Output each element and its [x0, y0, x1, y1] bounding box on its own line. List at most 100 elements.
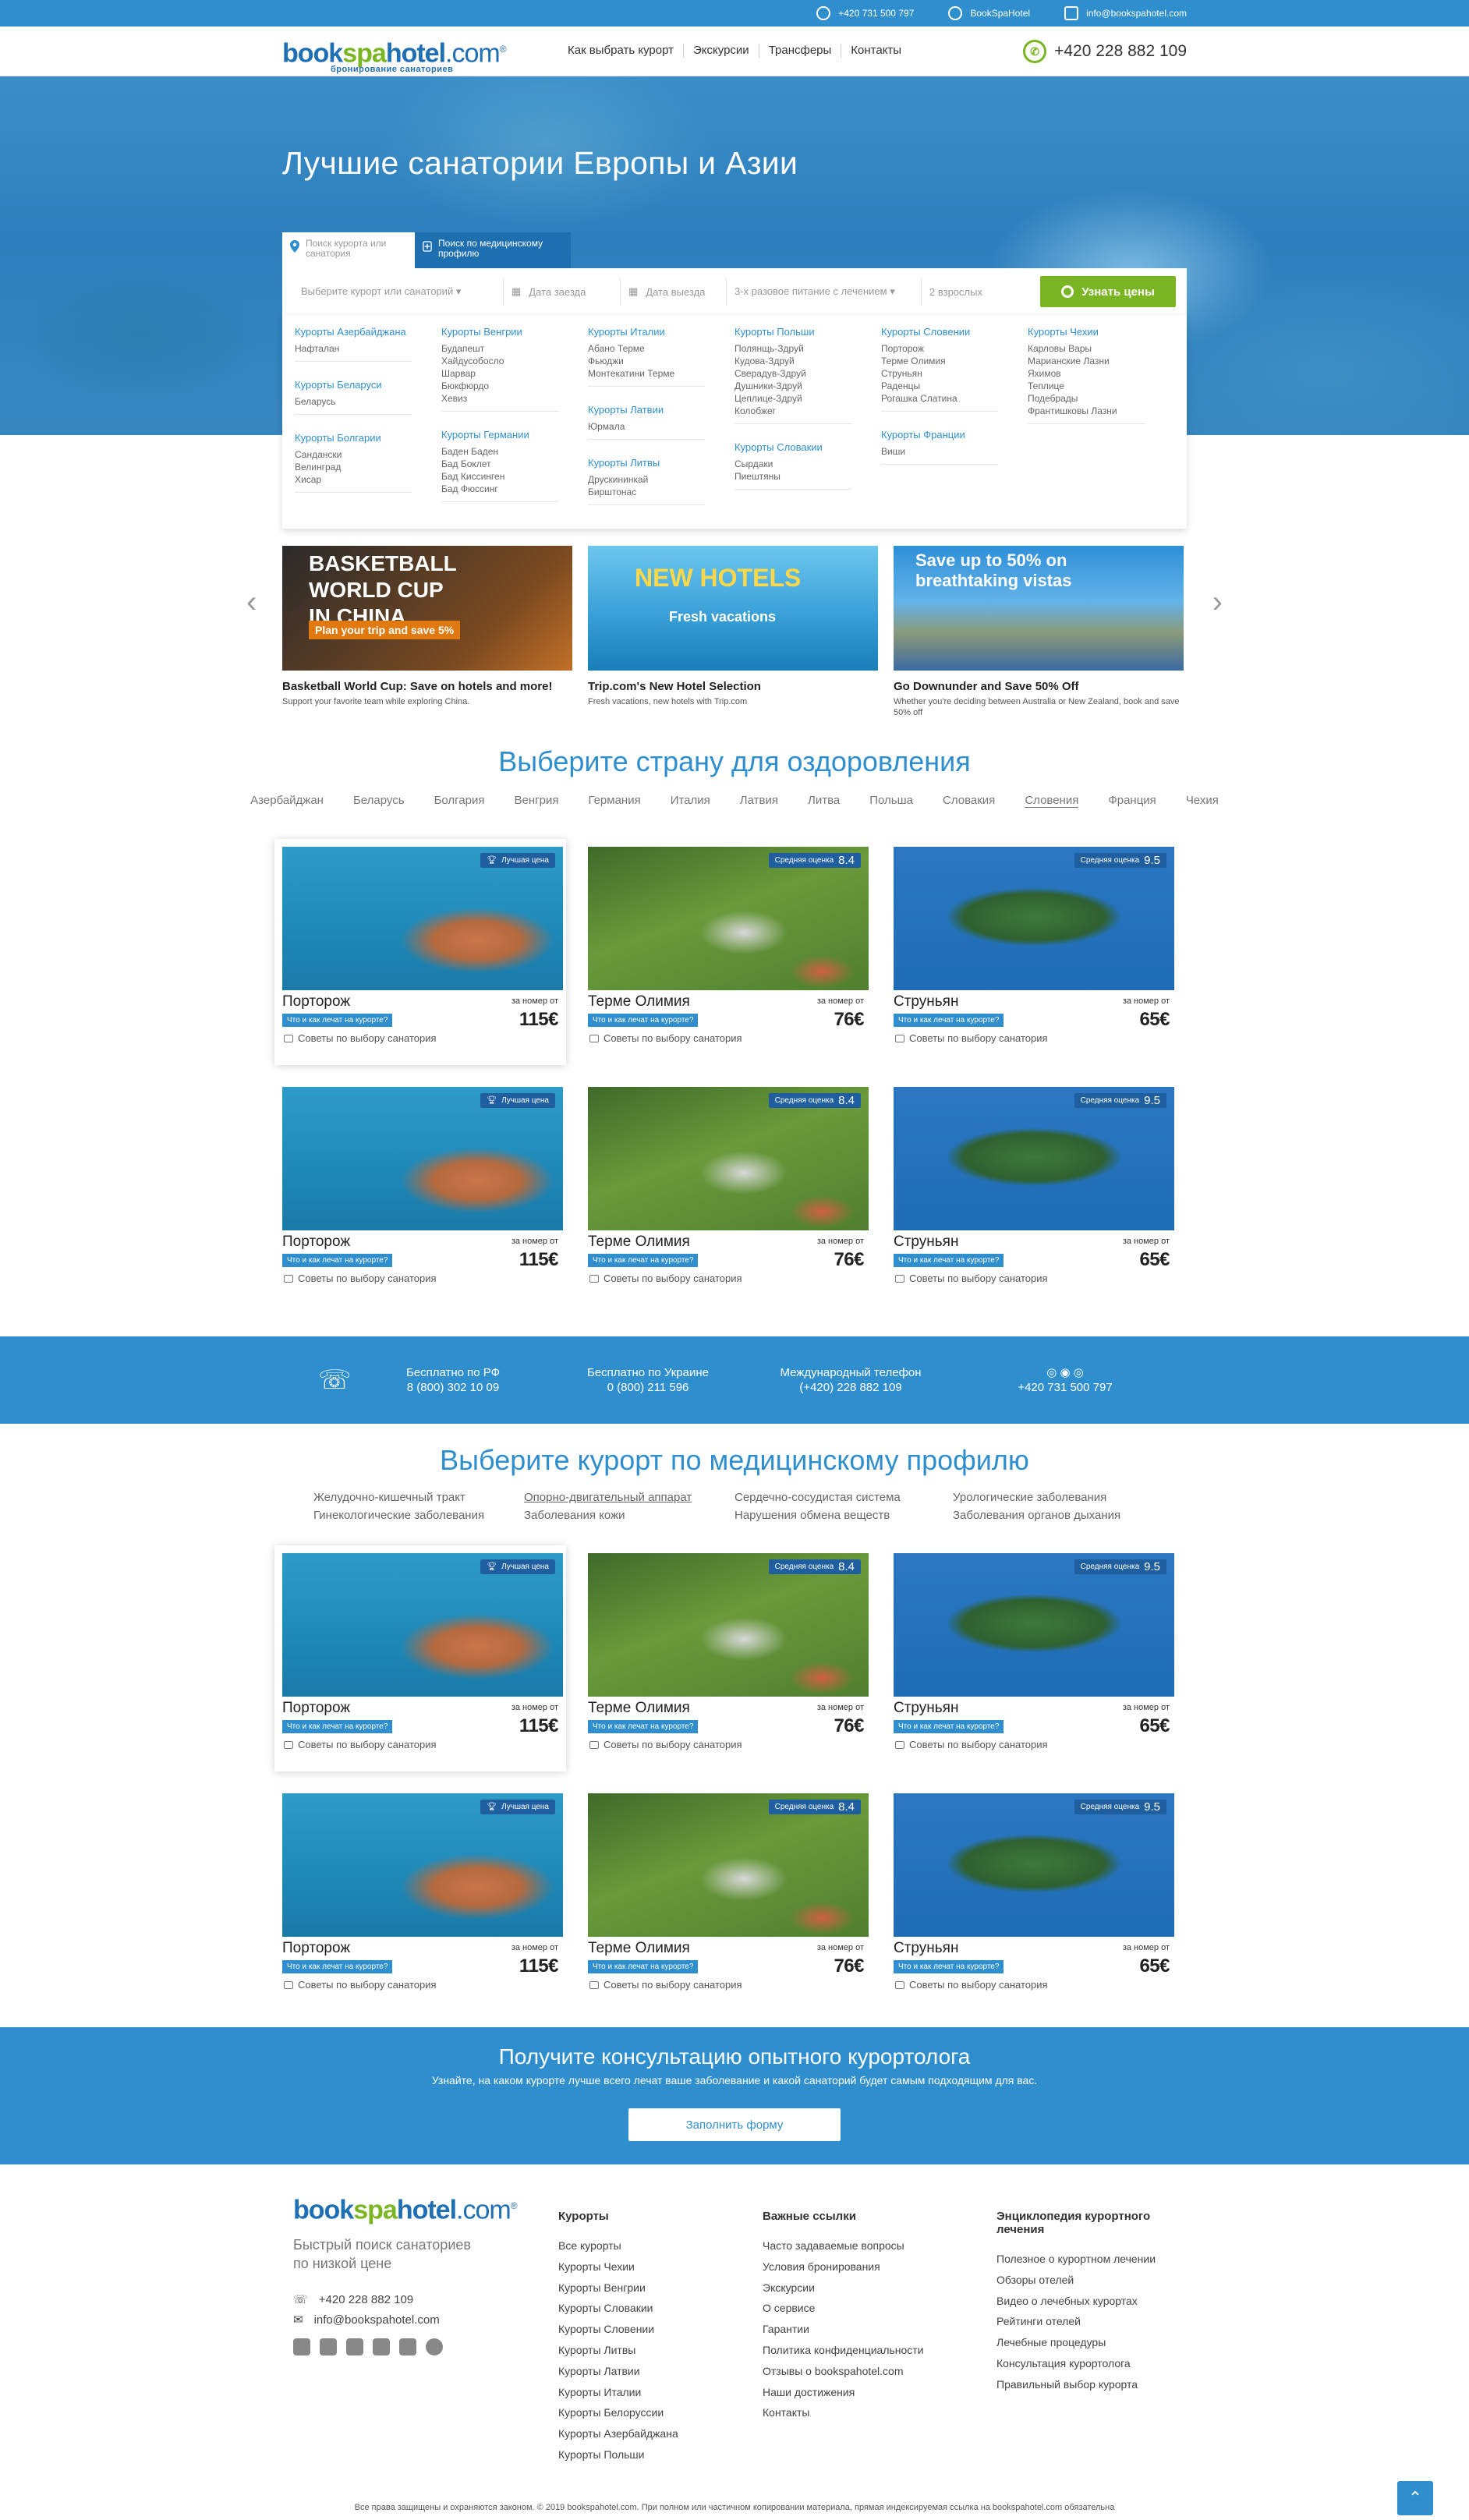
resort-image[interactable]: Средняя оценка 8.4: [588, 1793, 869, 1937]
resort-name[interactable]: Порторож: [282, 1233, 350, 1251]
dropdown-resort-link[interactable]: Душники-Здруй: [734, 380, 881, 392]
tips-link[interactable]: Советы по выбору санатория: [895, 1739, 1048, 1750]
country-tab[interactable]: Словения: [1025, 794, 1079, 808]
dropdown-resort-link[interactable]: Марианские Лазни: [1028, 355, 1174, 367]
treatment-tag[interactable]: Что и как лечат на курорте?: [282, 1720, 393, 1733]
promo-card[interactable]: NEW HOTELS Fresh vacations Trip.com's Ne…: [588, 546, 878, 707]
resort-image[interactable]: 🏆︎ Лучшая цена: [282, 1553, 563, 1697]
treatment-tag[interactable]: Что и как лечат на курорте?: [894, 1720, 1004, 1733]
country-tab[interactable]: Чехия: [1186, 794, 1219, 808]
logo[interactable]: bookspahotel.com® бронирование санаторие…: [282, 36, 507, 74]
resort-name[interactable]: Струньян: [894, 993, 958, 1010]
footer-link[interactable]: Рейтинги отелей: [996, 2311, 1187, 2332]
dropdown-resort-link[interactable]: Велинград: [295, 461, 441, 473]
google-plus-icon[interactable]: [426, 2338, 443, 2356]
footer-link[interactable]: Курорты Латвии: [558, 2361, 678, 2382]
dropdown-resort-link[interactable]: Бюкфюрдо: [441, 380, 588, 392]
resort-name[interactable]: Порторож: [282, 1700, 350, 1717]
carousel-prev-icon[interactable]: ‹: [246, 585, 257, 620]
dropdown-resort-link[interactable]: Шарвар: [441, 367, 588, 380]
footer-link[interactable]: Лечебные процедуры: [996, 2332, 1187, 2353]
dropdown-group-title[interactable]: Курорты Венгрии: [441, 326, 588, 338]
dropdown-resort-link[interactable]: Хевиз: [441, 392, 588, 405]
resort-name[interactable]: Струньян: [894, 1940, 958, 1957]
footer-link[interactable]: Курорты Польши: [558, 2444, 678, 2465]
country-tab[interactable]: Беларусь: [353, 794, 405, 808]
treatment-tag[interactable]: Что и как лечат на курорте?: [588, 1014, 699, 1027]
dropdown-resort-link[interactable]: Бад Боклет: [441, 458, 588, 470]
phone-messengers[interactable]: ◎ ◉ ◎ +420 731 500 797: [956, 1365, 1174, 1395]
footer-link[interactable]: Наши достижения: [763, 2382, 924, 2403]
treatment-tag[interactable]: Что и как лечат на курорте?: [588, 1254, 699, 1267]
resort-card[interactable]: Средняя оценка 9.5 Струньян за номер от Что …: [886, 839, 1177, 1065]
tips-link[interactable]: Советы по выбору санатория: [895, 1979, 1048, 1991]
dropdown-resort-link[interactable]: Яхимов: [1028, 367, 1174, 380]
dropdown-resort-link[interactable]: Терме Олимия: [881, 355, 1028, 367]
resort-card[interactable]: Средняя оценка 8.4 Терме Олимия за номер от…: [580, 839, 872, 1065]
checkin-field[interactable]: ▦ Дата заезда: [504, 278, 621, 306]
country-tab[interactable]: Азербайджан: [250, 794, 324, 808]
dropdown-resort-link[interactable]: Монтекатини Терме: [588, 367, 734, 380]
resort-name[interactable]: Струньян: [894, 1233, 958, 1251]
footer-link[interactable]: Экскурсии: [763, 2278, 924, 2299]
profile-link[interactable]: Заболевания кожи: [524, 1509, 734, 1522]
dropdown-resort-link[interactable]: Бад Киссинген: [441, 470, 588, 483]
resort-card[interactable]: Средняя оценка 8.4 Терме Олимия за номер от…: [580, 1079, 872, 1305]
resort-name[interactable]: Терме Олимия: [588, 1940, 690, 1957]
resort-image[interactable]: Средняя оценка 8.4: [588, 847, 869, 990]
profile-link[interactable]: Заболевания органов дыхания: [953, 1509, 1132, 1522]
tips-link[interactable]: Советы по выбору санатория: [284, 1272, 437, 1284]
footer-link[interactable]: Отзывы о bookspahotel.com: [763, 2361, 924, 2382]
resort-card[interactable]: Средняя оценка 9.5 Струньян за номер от Что …: [886, 1079, 1177, 1305]
dropdown-resort-link[interactable]: Порторож: [881, 342, 1028, 355]
country-tab[interactable]: Болгария: [434, 794, 485, 808]
tips-link[interactable]: Советы по выбору санатория: [284, 1739, 437, 1750]
resort-image[interactable]: Средняя оценка 9.5: [894, 1553, 1174, 1697]
tips-link[interactable]: Советы по выбору санатория: [895, 1032, 1048, 1044]
dropdown-group-title[interactable]: Курорты Словении: [881, 326, 1028, 338]
profile-link[interactable]: Сердечно-сосудистая система: [734, 1491, 953, 1504]
dropdown-resort-link[interactable]: Полянщь-Здруй: [734, 342, 881, 355]
resort-image[interactable]: 🏆︎ Лучшая цена: [282, 847, 563, 990]
resort-card[interactable]: Средняя оценка 8.4 Терме Олимия за номер от…: [580, 1786, 872, 2012]
phone-ukraine[interactable]: Бесплатно по Украине 0 (800) 211 596: [550, 1365, 745, 1395]
country-tab[interactable]: Германия: [588, 794, 640, 808]
dropdown-group-title[interactable]: Курорты Словакии: [734, 441, 881, 453]
carousel-next-icon[interactable]: ›: [1212, 585, 1223, 620]
footer-link[interactable]: Контакты: [763, 2402, 924, 2423]
footer-link[interactable]: Видео о лечебных курортах: [996, 2291, 1187, 2312]
resort-name[interactable]: Терме Олимия: [588, 1233, 690, 1251]
dropdown-group-title[interactable]: Курорты Италии: [588, 326, 734, 338]
resort-image[interactable]: Средняя оценка 8.4: [588, 1087, 869, 1230]
footer-link[interactable]: Курорты Италии: [558, 2382, 678, 2403]
footer-link[interactable]: О сервисе: [763, 2298, 924, 2319]
country-tab[interactable]: Латвия: [740, 794, 778, 808]
footer-link[interactable]: Курорты Чехии: [558, 2256, 678, 2278]
header-phone[interactable]: ✆ +420 228 882 109: [1023, 40, 1187, 63]
country-tab[interactable]: Польша: [869, 794, 913, 808]
treatment-tag[interactable]: Что и как лечат на курорте?: [894, 1960, 1004, 1973]
dropdown-resort-link[interactable]: Фьюджи: [588, 355, 734, 367]
dropdown-resort-link[interactable]: Раденцы: [881, 380, 1028, 392]
dropdown-group-title[interactable]: Курорты Латвии: [588, 404, 734, 416]
profile-link[interactable]: Опорно-двигательный аппарат: [524, 1491, 734, 1504]
footer-link[interactable]: Полезное о курортном лечении: [996, 2249, 1187, 2270]
tips-link[interactable]: Советы по выбору санатория: [589, 1032, 742, 1044]
footer-link[interactable]: Курорты Литвы: [558, 2340, 678, 2361]
promo-card[interactable]: Save up to 50% on breathtaking vistas Go…: [894, 546, 1184, 718]
treatment-tag[interactable]: Что и как лечат на курорте?: [588, 1960, 699, 1973]
topbar-email[interactable]: info@bookspahotel.com: [1064, 6, 1187, 20]
country-tab[interactable]: Литва: [808, 794, 840, 808]
dropdown-resort-link[interactable]: Сверадув-Здруй: [734, 367, 881, 380]
country-tab[interactable]: Словакия: [943, 794, 995, 808]
footer-link[interactable]: Курорты Венгрии: [558, 2278, 678, 2299]
footer-link[interactable]: Консультация курортолога: [996, 2353, 1187, 2374]
find-prices-button[interactable]: Узнать цены: [1040, 276, 1176, 307]
meal-select[interactable]: 3-х разовое питание с лечением ▾: [727, 278, 922, 306]
footer-email[interactable]: ✉ info@bookspahotel.com: [293, 2310, 527, 2331]
resort-card[interactable]: 🏆︎ Лучшая цена Порторож за номер от Что и ка…: [274, 1545, 566, 1771]
footer-phone[interactable]: ☏ +420 228 882 109: [293, 2290, 527, 2310]
resort-card[interactable]: Средняя оценка 9.5 Струньян за номер от Что …: [886, 1786, 1177, 2012]
nav-excursions[interactable]: Экскурсии: [684, 44, 759, 58]
dropdown-group-title[interactable]: Курорты Германии: [441, 429, 588, 441]
